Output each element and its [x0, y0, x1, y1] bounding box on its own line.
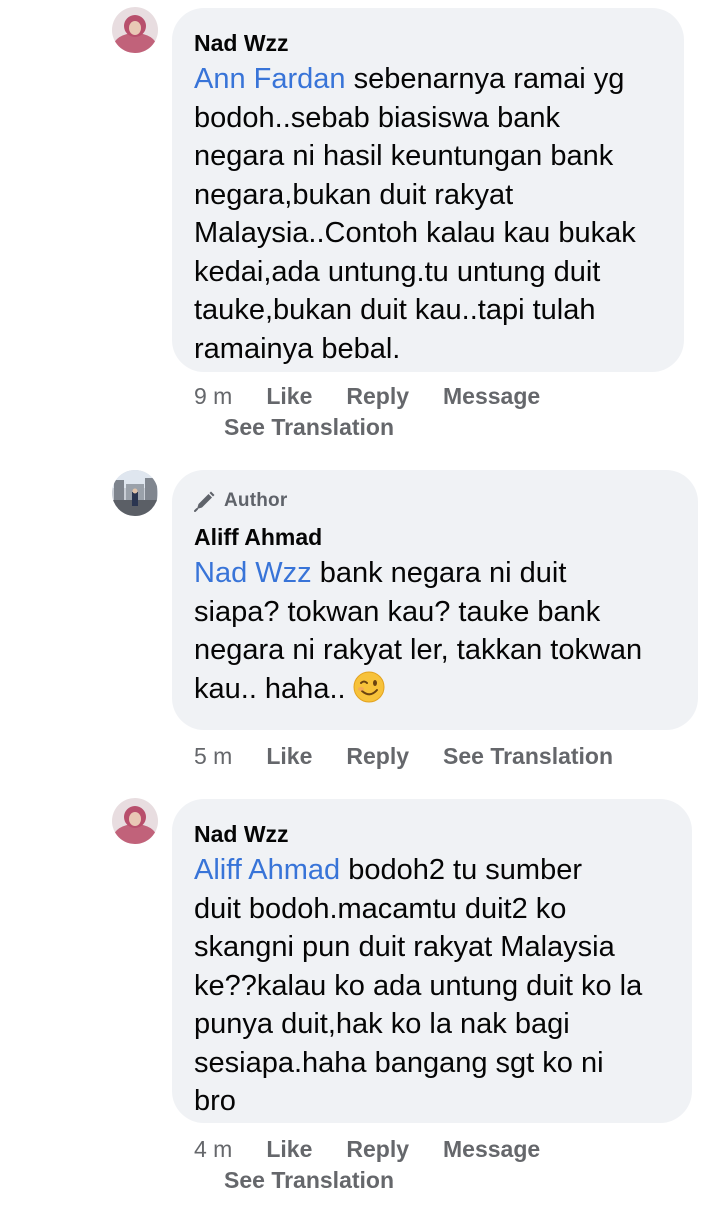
- pen-icon: [194, 490, 216, 512]
- comment-line: kau.. haha..: [194, 672, 346, 705]
- comment-text: Nad Wzz bank negara ni duit siapa? tokwan…: [194, 554, 676, 708]
- comment-line: negara ni hasil keuntungan bank: [194, 140, 614, 172]
- comment-line: sesiapa.haha bangang sgt ko ni: [194, 1046, 604, 1079]
- comment-line: punya duit,hak ko la nak bagi: [194, 1008, 570, 1040]
- comment-bubble: Nad Wzz Ann Fardan sebenarnya ramai yg bo…: [172, 8, 684, 372]
- comment-author-name[interactable]: Aliff Ahmad: [194, 522, 676, 552]
- author-badge-label: Author: [224, 490, 288, 511]
- comment-line: bro: [194, 1085, 236, 1117]
- avatar-aliff-ahmad[interactable]: [112, 470, 158, 516]
- reply-button[interactable]: Reply: [346, 743, 409, 770]
- message-button[interactable]: Message: [443, 1136, 540, 1163]
- comment-line: sebenarnya ramai yg: [345, 63, 625, 95]
- comment-line: siapa? tokwan kau? tauke bank: [194, 595, 601, 628]
- see-translation-link[interactable]: See Translation: [443, 743, 613, 770]
- comment-bubble: Nad Wzz Aliff Ahmad bodoh2 tu sumber duit…: [172, 799, 692, 1123]
- comment-line: Malaysia..Contoh kalau kau bukak: [194, 217, 636, 249]
- author-badge: Author: [194, 490, 676, 512]
- mention-link[interactable]: Nad Wzz: [194, 557, 312, 589]
- comment-line: ramainya bebal.: [194, 332, 401, 365]
- comment-text: Aliff Ahmad bodoh2 tu sumber duit bodoh.m…: [194, 851, 670, 1121]
- comment-bubble: Author Aliff Ahmad Nad Wzz bank negara n…: [172, 470, 698, 730]
- comment-line: tauke,bukan duit kau..tapi tulah: [194, 294, 596, 326]
- comment-line: bodoh..sebab biasiswa bank: [194, 101, 560, 134]
- comment-timestamp: 5 m: [194, 742, 233, 769]
- comment-line: bank negara ni duit: [311, 557, 567, 589]
- comment-author-name[interactable]: Nad Wzz: [194, 28, 662, 58]
- comment-line: skangni pun duit rakyat Malaysia: [194, 931, 615, 963]
- reply-button[interactable]: Reply: [346, 1136, 409, 1163]
- see-translation-link[interactable]: See Translation: [224, 1167, 394, 1194]
- reply-button[interactable]: Reply: [346, 383, 409, 410]
- comment-line: negara ni rakyat ler, takkan tokwan: [194, 634, 643, 666]
- winking-face-emoji: [352, 670, 386, 704]
- comment-line: kedai,ada untung.tu untung duit: [194, 255, 601, 288]
- comment-timestamp: 4 m: [194, 1135, 233, 1162]
- comment-actions: 9 m Like Reply Message: [194, 381, 574, 411]
- comment-line: negara,bukan duit rakyat: [194, 178, 514, 211]
- mention-link[interactable]: Ann Fardan: [194, 63, 346, 95]
- comment-timestamp: 9 m: [194, 382, 233, 409]
- comment-line: duit bodoh.macamtu duit2 ko: [194, 892, 567, 925]
- comment-line: bodoh2 tu sumber: [340, 854, 582, 886]
- comment-actions: 5 m Like Reply See Translation: [194, 741, 647, 771]
- comment-text: Ann Fardan sebenarnya ramai yg bodoh..seb…: [194, 60, 662, 368]
- like-button[interactable]: Like: [266, 1136, 312, 1163]
- comment-actions: 4 m Like Reply Message: [194, 1134, 574, 1164]
- comment-line: ke??kalau ko ada untung duit ko la: [194, 969, 643, 1002]
- like-button[interactable]: Like: [266, 743, 312, 770]
- comment-author-name[interactable]: Nad Wzz: [194, 819, 670, 849]
- see-translation-link[interactable]: See Translation: [224, 414, 394, 441]
- avatar-nad-wzz[interactable]: [112, 7, 158, 53]
- like-button[interactable]: Like: [266, 383, 312, 410]
- mention-link[interactable]: Aliff Ahmad: [194, 854, 340, 886]
- avatar-nad-wzz[interactable]: [112, 798, 158, 844]
- message-button[interactable]: Message: [443, 383, 540, 410]
